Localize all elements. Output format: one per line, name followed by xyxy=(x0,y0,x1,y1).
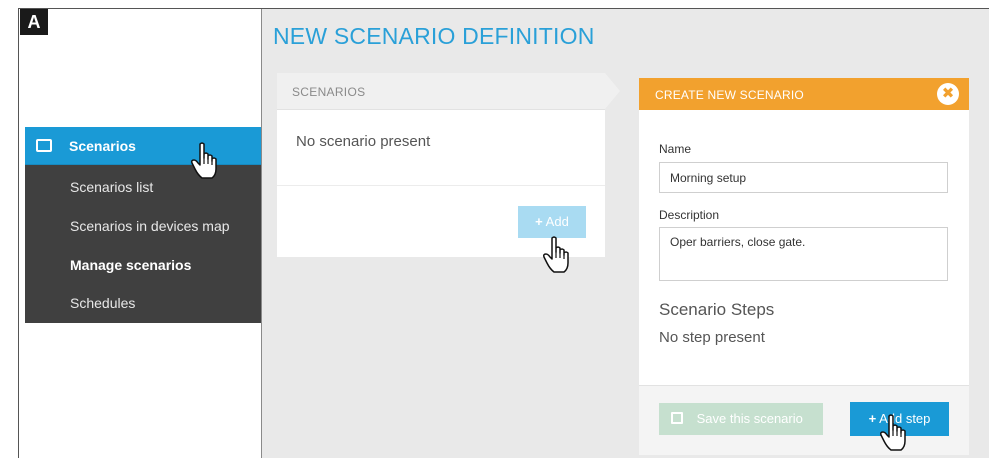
steps-empty-message: No step present xyxy=(659,329,765,346)
create-scenario-panel: CREATE NEW SCENARIO ✖ Name Description O… xyxy=(639,78,969,455)
main-content: NEW SCENARIO DEFINITION SCENARIOS No sce… xyxy=(261,9,989,458)
save-icon xyxy=(671,412,683,424)
sidebar-item-scenarios[interactable]: Scenarios xyxy=(25,127,261,165)
create-panel-footer: Save this scenario + Add step xyxy=(639,385,969,455)
figure-label: A xyxy=(20,9,48,35)
plus-icon: + xyxy=(535,214,543,229)
close-icon[interactable]: ✖ xyxy=(937,83,959,105)
description-label: Description xyxy=(659,208,720,222)
save-scenario-button[interactable]: Save this scenario xyxy=(659,403,823,435)
sidebar-item-manage-scenarios[interactable]: Manage scenarios xyxy=(70,257,191,273)
sidebar-item-schedules[interactable]: Schedules xyxy=(70,295,135,311)
scenarios-panel-title: SCENARIOS xyxy=(292,85,366,99)
create-scenario-header: CREATE NEW SCENARIO ✖ xyxy=(639,78,969,110)
scenarios-panel-header: SCENARIOS xyxy=(277,73,605,110)
sidebar-item-scenarios-list[interactable]: Scenarios list xyxy=(70,179,153,195)
name-field[interactable] xyxy=(659,162,948,193)
hand-cursor-icon xyxy=(880,414,906,451)
scenarios-empty-message: No scenario present xyxy=(296,133,431,150)
description-field[interactable]: Oper barriers, close gate. xyxy=(659,227,948,281)
add-scenario-button[interactable]: + Add xyxy=(518,206,586,238)
save-button-label: Save this scenario xyxy=(696,411,803,426)
sidebar-item-scenarios-in-devices-map[interactable]: Scenarios in devices map xyxy=(70,218,230,234)
scenario-steps-title: Scenario Steps xyxy=(659,300,775,319)
plus-icon: + xyxy=(868,411,877,426)
hand-cursor-icon xyxy=(191,142,217,179)
scenarios-panel: SCENARIOS No scenario present + Add xyxy=(277,73,620,257)
hand-cursor-icon xyxy=(543,236,569,273)
name-label: Name xyxy=(659,142,692,156)
sidebar-item-label: Scenarios xyxy=(69,138,136,154)
frame-left-border xyxy=(18,8,19,458)
divider xyxy=(277,185,605,186)
add-button-label: Add xyxy=(545,214,569,229)
scenarios-header-arrow xyxy=(605,73,620,109)
sidebar-menu: Scenarios Scenarios list Scenarios in de… xyxy=(25,127,261,323)
create-scenario-title: CREATE NEW SCENARIO xyxy=(655,88,804,102)
page-title: NEW SCENARIO DEFINITION xyxy=(273,23,595,49)
monitor-icon xyxy=(36,139,52,152)
